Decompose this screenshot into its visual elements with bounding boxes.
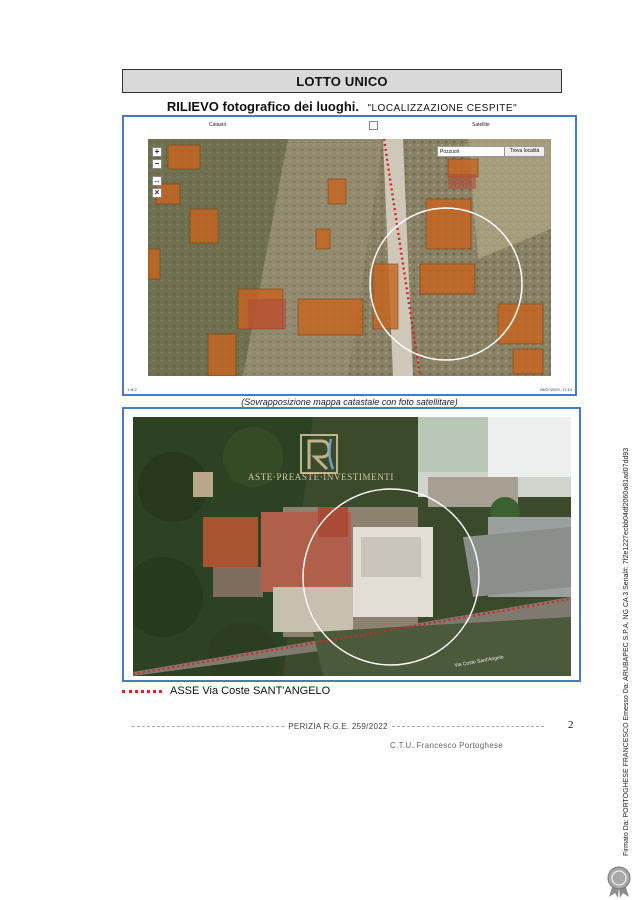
- close-icon[interactable]: ×: [152, 188, 162, 198]
- map-caption: (Sovrapposizione mappa catastale con fot…: [241, 397, 458, 407]
- satellite-photo-panel: ASTE·PREASTE·INVESTIMENTI Via Coste Sant…: [122, 407, 581, 682]
- find-location-button[interactable]: Trova località: [504, 147, 544, 156]
- catasto-label: Catasto: [209, 122, 227, 128]
- axis-line-swatch: [122, 689, 162, 693]
- watermark-text: ASTE·PREASTE·INVESTIMENTI: [248, 472, 394, 482]
- localizzazione-label: "LOCALIZZAZIONE CESPITE": [367, 103, 518, 114]
- footer-perizia: PERIZIA R.G.E. 259/2022: [128, 722, 548, 731]
- map-timestamp: 29/07/2023, 17:13: [539, 387, 572, 392]
- footer-divider-right: [391, 726, 544, 727]
- satellite-label: Satellite: [472, 122, 490, 128]
- pan-icon[interactable]: ↔: [152, 176, 162, 186]
- rilievo-heading: RILIEVO fotografico dei luoghi.: [166, 99, 359, 114]
- footer-divider-left: [132, 726, 285, 727]
- lotto-title: LOTTO UNICO: [122, 69, 562, 93]
- legend-text: ASSE Via Coste SANT'ANGELO: [170, 685, 331, 697]
- digital-signature: Firmato Da: PORTOGHESE FRANCESCO Emesso …: [623, 447, 630, 856]
- author-label: C.T.U. Francesco Portoghese: [390, 741, 504, 750]
- legend: ASSE Via Coste SANT'ANGELO: [122, 685, 330, 697]
- perizia-label: PERIZIA R.G.E. 259/2022: [288, 722, 388, 731]
- cadastral-overlay-map: [148, 139, 551, 376]
- layer-toggle-checkbox[interactable]: [369, 121, 378, 130]
- location-search: Trova località: [437, 146, 545, 157]
- location-search-input[interactable]: [438, 147, 504, 156]
- seal-icon: [607, 866, 631, 898]
- zoom-in-icon[interactable]: +: [152, 147, 162, 157]
- lotto-title-text: LOTTO UNICO: [296, 73, 388, 89]
- page-marker: 1 di 2: [127, 387, 137, 392]
- zoom-out-icon[interactable]: −: [152, 159, 162, 169]
- satellite-photo: [133, 417, 571, 676]
- map-overlay-panel: Catasto Satellite + − ↔ × Pozzuoli Trova…: [122, 115, 577, 396]
- page-subtitle: RILIEVO fotografico dei luoghi. "LOCALIZ…: [122, 98, 562, 116]
- page-number: 2: [568, 719, 574, 731]
